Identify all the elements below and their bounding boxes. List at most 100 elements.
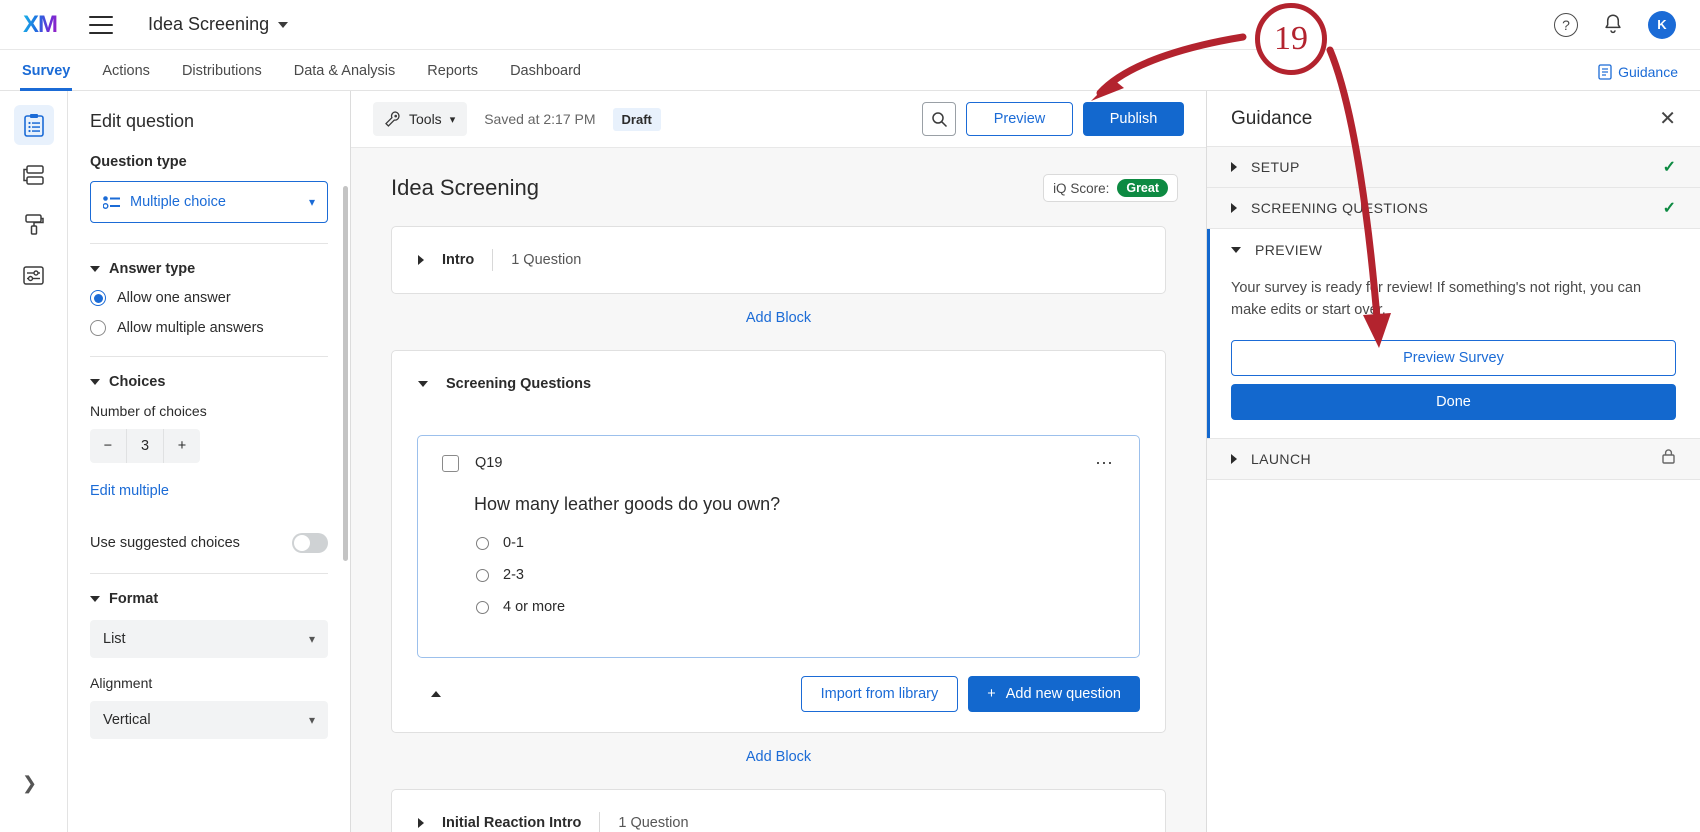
choices-label: Choices — [109, 374, 165, 390]
block-screening-questions: Screening Questions Q19 ⋯ How many leath… — [391, 350, 1166, 733]
tools-button[interactable]: Tools ▾ — [373, 102, 467, 136]
block-header: Intro 1 Question — [392, 227, 1165, 293]
check-icon: ✓ — [1663, 157, 1676, 177]
question-choice[interactable]: 2-3 — [476, 567, 1115, 583]
stepper-decrement-button[interactable]: − — [90, 429, 127, 463]
question-type-select[interactable]: Multiple choice ▾ — [90, 181, 328, 223]
format-section-header[interactable]: Format — [90, 591, 328, 607]
iq-score-label: iQ Score: — [1053, 181, 1109, 196]
survey-canvas: Tools ▾ Saved at 2:17 PM Draft Preview P… — [351, 91, 1206, 832]
question-select-checkbox[interactable] — [442, 455, 459, 472]
guidance-link[interactable]: Guidance — [1598, 64, 1678, 90]
format-value: List — [103, 631, 126, 647]
guidance-section-setup[interactable]: SETUP ✓ — [1207, 147, 1700, 188]
question-card-q19[interactable]: Q19 ⋯ How many leather goods do you own?… — [417, 435, 1140, 658]
tab-data-analysis[interactable]: Data & Analysis — [294, 63, 396, 90]
paint-roller-icon — [23, 213, 45, 237]
stepper-increment-button[interactable]: + — [164, 429, 200, 463]
tab-survey[interactable]: Survey — [22, 63, 70, 90]
avatar[interactable]: K — [1648, 11, 1676, 39]
survey-header: Idea Screening iQ Score: Great — [351, 148, 1206, 202]
guidance-section-screening-questions[interactable]: SCREENING QUESTIONS ✓ — [1207, 188, 1700, 229]
add-block-link[interactable]: Add Block — [351, 733, 1206, 765]
project-title-dropdown[interactable]: Idea Screening — [148, 14, 288, 35]
flow-blocks-icon — [22, 164, 46, 186]
radio-label: Allow multiple answers — [117, 320, 264, 336]
clipboard-icon — [23, 113, 45, 137]
chevron-down-icon — [278, 22, 288, 28]
tab-reports[interactable]: Reports — [427, 63, 478, 90]
caret-right-icon[interactable] — [418, 818, 424, 828]
guidance-title: Guidance — [1231, 108, 1312, 130]
format-select[interactable]: List ▾ — [90, 620, 328, 658]
collapse-caret-up-icon[interactable] — [431, 691, 441, 697]
add-block-link[interactable]: Add Block — [351, 294, 1206, 326]
answer-type-section-header[interactable]: Answer type — [90, 261, 328, 277]
preview-survey-button[interactable]: Preview Survey — [1231, 340, 1676, 376]
radio-icon — [476, 569, 489, 582]
radio-allow-multiple-answers[interactable]: Allow multiple answers — [90, 320, 328, 336]
guidance-section-preview[interactable]: PREVIEW — [1207, 229, 1700, 270]
radio-label: Allow one answer — [117, 290, 231, 306]
use-suggested-choices-label: Use suggested choices — [90, 535, 240, 551]
question-choice[interactable]: 0-1 — [476, 535, 1115, 551]
tab-actions[interactable]: Actions — [102, 63, 150, 90]
rail-item-survey-flow[interactable] — [14, 155, 54, 195]
block-question-count: 1 Question — [618, 815, 688, 831]
block-footer-actions: Import from library + Add new question — [801, 676, 1140, 712]
chevron-down-icon: ▾ — [450, 113, 456, 126]
alignment-value: Vertical — [103, 712, 151, 728]
edit-panel-scrollbar[interactable] — [343, 186, 348, 561]
add-new-question-button[interactable]: + Add new question — [968, 676, 1140, 712]
rail-item-look-and-feel[interactable] — [14, 205, 54, 245]
padlock-glyph — [1661, 448, 1676, 465]
done-button[interactable]: Done — [1231, 384, 1676, 420]
search-icon[interactable] — [922, 102, 956, 136]
left-icon-rail: ❯ — [0, 91, 68, 832]
guidance-link-label: Guidance — [1618, 64, 1678, 80]
question-more-options-icon[interactable]: ⋯ — [1095, 454, 1115, 472]
number-of-choices-stepper[interactable]: − 3 + — [90, 429, 200, 463]
notification-bell-icon[interactable] — [1602, 13, 1624, 36]
rail-expand-chevron-icon[interactable]: ❯ — [22, 773, 37, 794]
caret-down-icon — [90, 266, 100, 272]
close-icon[interactable]: ✕ — [1659, 109, 1676, 129]
guidance-section-launch[interactable]: LAUNCH — [1207, 439, 1700, 480]
caret-down-icon[interactable] — [418, 381, 428, 387]
question-choice[interactable]: 4 or more — [476, 599, 1115, 615]
block-initial-reaction-intro[interactable]: Initial Reaction Intro 1 Question — [391, 789, 1166, 832]
radio-allow-one-answer[interactable]: Allow one answer — [90, 290, 328, 306]
use-suggested-choices-toggle[interactable] — [292, 533, 328, 553]
edit-question-panel: Edit question Question type Multiple cho… — [68, 91, 351, 832]
rail-item-survey-options[interactable] — [14, 255, 54, 295]
tab-dashboard[interactable]: Dashboard — [510, 63, 581, 90]
import-from-library-button[interactable]: Import from library — [801, 676, 959, 712]
choice-label: 0-1 — [503, 535, 524, 551]
preview-button[interactable]: Preview — [966, 102, 1073, 136]
question-card-header: Q19 ⋯ — [442, 454, 1115, 472]
xm-logo[interactable]: XM — [23, 13, 57, 37]
canvas-body: Idea Screening iQ Score: Great Intro 1 Q… — [351, 148, 1206, 832]
hamburger-menu-icon[interactable] — [89, 16, 113, 34]
chevron-down-icon: ▾ — [309, 713, 315, 727]
help-icon[interactable]: ? — [1554, 13, 1578, 37]
question-text[interactable]: How many leather goods do you own? — [474, 494, 1115, 515]
alignment-select[interactable]: Vertical ▾ — [90, 701, 328, 739]
block-intro[interactable]: Intro 1 Question — [391, 226, 1166, 294]
caret-right-icon[interactable] — [418, 255, 424, 265]
top-bar: XM Idea Screening ? K — [0, 0, 1700, 50]
divider — [90, 356, 328, 357]
radio-icon — [476, 601, 489, 614]
publish-button[interactable]: Publish — [1083, 102, 1184, 136]
iq-score-value: Great — [1117, 179, 1168, 197]
question-type-value: Multiple choice — [130, 194, 226, 210]
caret-down-icon — [1231, 247, 1241, 253]
use-suggested-choices-row: Use suggested choices — [90, 533, 328, 553]
block-name: Screening Questions — [446, 376, 591, 392]
tab-distributions[interactable]: Distributions — [182, 63, 262, 90]
choices-section-header[interactable]: Choices — [90, 374, 328, 390]
edit-multiple-link[interactable]: Edit multiple — [90, 483, 169, 499]
choice-label: 2-3 — [503, 567, 524, 583]
block-name: Intro — [442, 252, 474, 268]
rail-item-survey-builder[interactable] — [14, 105, 54, 145]
